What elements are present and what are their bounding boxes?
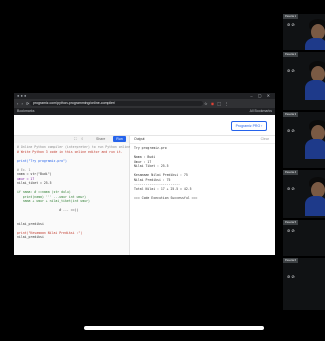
code-line[interactable]: # Write Python 3 code in this online edi… <box>17 150 127 155</box>
mic-camera-off-icons: ⊘⊘ <box>287 186 296 191</box>
mic-camera-off-icons: ⊘⊘ <box>287 22 296 27</box>
code-line[interactable]: # Online Python compiler (interpreter) t… <box>17 145 132 150</box>
clear-button[interactable]: Clear <box>261 137 269 142</box>
all-bookmarks-link[interactable]: All Bookmarks <box>250 109 272 114</box>
participant-tile[interactable]: Peserta 4 ⊘⊘ <box>283 170 325 218</box>
home-indicator[interactable] <box>84 326 264 330</box>
app-header: Programiz PRO › <box>14 115 275 136</box>
participant-tile[interactable]: Peserta 3 ⊘⊘ <box>283 112 325 168</box>
code-line[interactable]: nilai_prediksi <box>17 235 127 240</box>
run-button[interactable]: Run <box>113 136 126 142</box>
editor-toolbar: ⛶ ☾ Share Run <box>14 136 129 143</box>
shared-screen-window: ● ● ● – ▢ ✕ ‹ › ⟳ programiz.com/python-p… <box>14 93 275 255</box>
nav-arrows-icon[interactable]: ‹ › ⟳ <box>17 101 30 106</box>
participant-tile[interactable]: Peserta 6 ⊘⊘ <box>283 258 325 310</box>
code-editor[interactable]: ⛶ ☾ Share Run # Online Python compiler (… <box>14 136 132 255</box>
bookmarks-bar: Bookmarks All Bookmarks <box>14 108 275 115</box>
participant-shirt <box>305 196 325 217</box>
participant-name: Peserta 1 <box>283 14 299 19</box>
output-lines: Try programiz.pro Nama : Budi Umur : 17 Nil… <box>134 146 272 200</box>
output-line: === Code Execution Successful === <box>134 195 198 200</box>
participant-name: Peserta 3 <box>283 112 299 117</box>
participant-name: Peserta 6 <box>283 258 299 263</box>
participant-shirt <box>305 79 325 100</box>
output-panel: Output Clear Try programiz.pro Nama : Bud… <box>130 136 275 255</box>
participant-tile[interactable]: Peserta 5 ⊘⊘ <box>283 220 325 256</box>
programiz-pro-button[interactable]: Programiz PRO › <box>231 121 267 131</box>
output-label: Output <box>134 137 145 141</box>
participant-tile[interactable]: Peserta 1 ⊘⊘ <box>283 14 325 50</box>
code-lines[interactable]: # Online Python compiler (interpreter) t… <box>17 145 132 240</box>
mic-camera-off-icons: ⊘⊘ <box>287 68 296 73</box>
participant-name: Peserta 4 <box>283 170 299 175</box>
bookmarks-label[interactable]: Bookmarks <box>17 109 35 114</box>
tab-dots-icon: ● ● ● <box>17 93 27 98</box>
participant-tile[interactable]: Peserta 2 ⊘⊘ <box>283 52 325 110</box>
share-button[interactable]: Share <box>96 137 105 142</box>
editor-toolbar-icons[interactable]: ⛶ ☾ <box>74 137 86 142</box>
extensions-icons[interactable]: ☆ ◉ ⬚ ⋮ <box>204 101 229 106</box>
url-field[interactable]: programiz.com/python-programming/online-… <box>30 101 203 106</box>
output-header: Output Clear <box>130 136 275 144</box>
window-controls[interactable]: – ▢ ✕ <box>250 93 272 98</box>
mic-camera-off-icons: ⊘⊘ <box>287 128 296 133</box>
participant-shirt <box>305 139 325 160</box>
top-strip <box>278 0 325 10</box>
mic-camera-off-icons: ⊘⊘ <box>287 274 296 279</box>
participant-name: Peserta 5 <box>283 220 299 225</box>
participant-shirt <box>305 38 325 50</box>
participant-name: Peserta 2 <box>283 52 299 57</box>
mic-camera-off-icons: ⊘⊘ <box>287 228 296 233</box>
address-bar-row: ‹ › ⟳ programiz.com/python-programming/o… <box>14 99 275 108</box>
